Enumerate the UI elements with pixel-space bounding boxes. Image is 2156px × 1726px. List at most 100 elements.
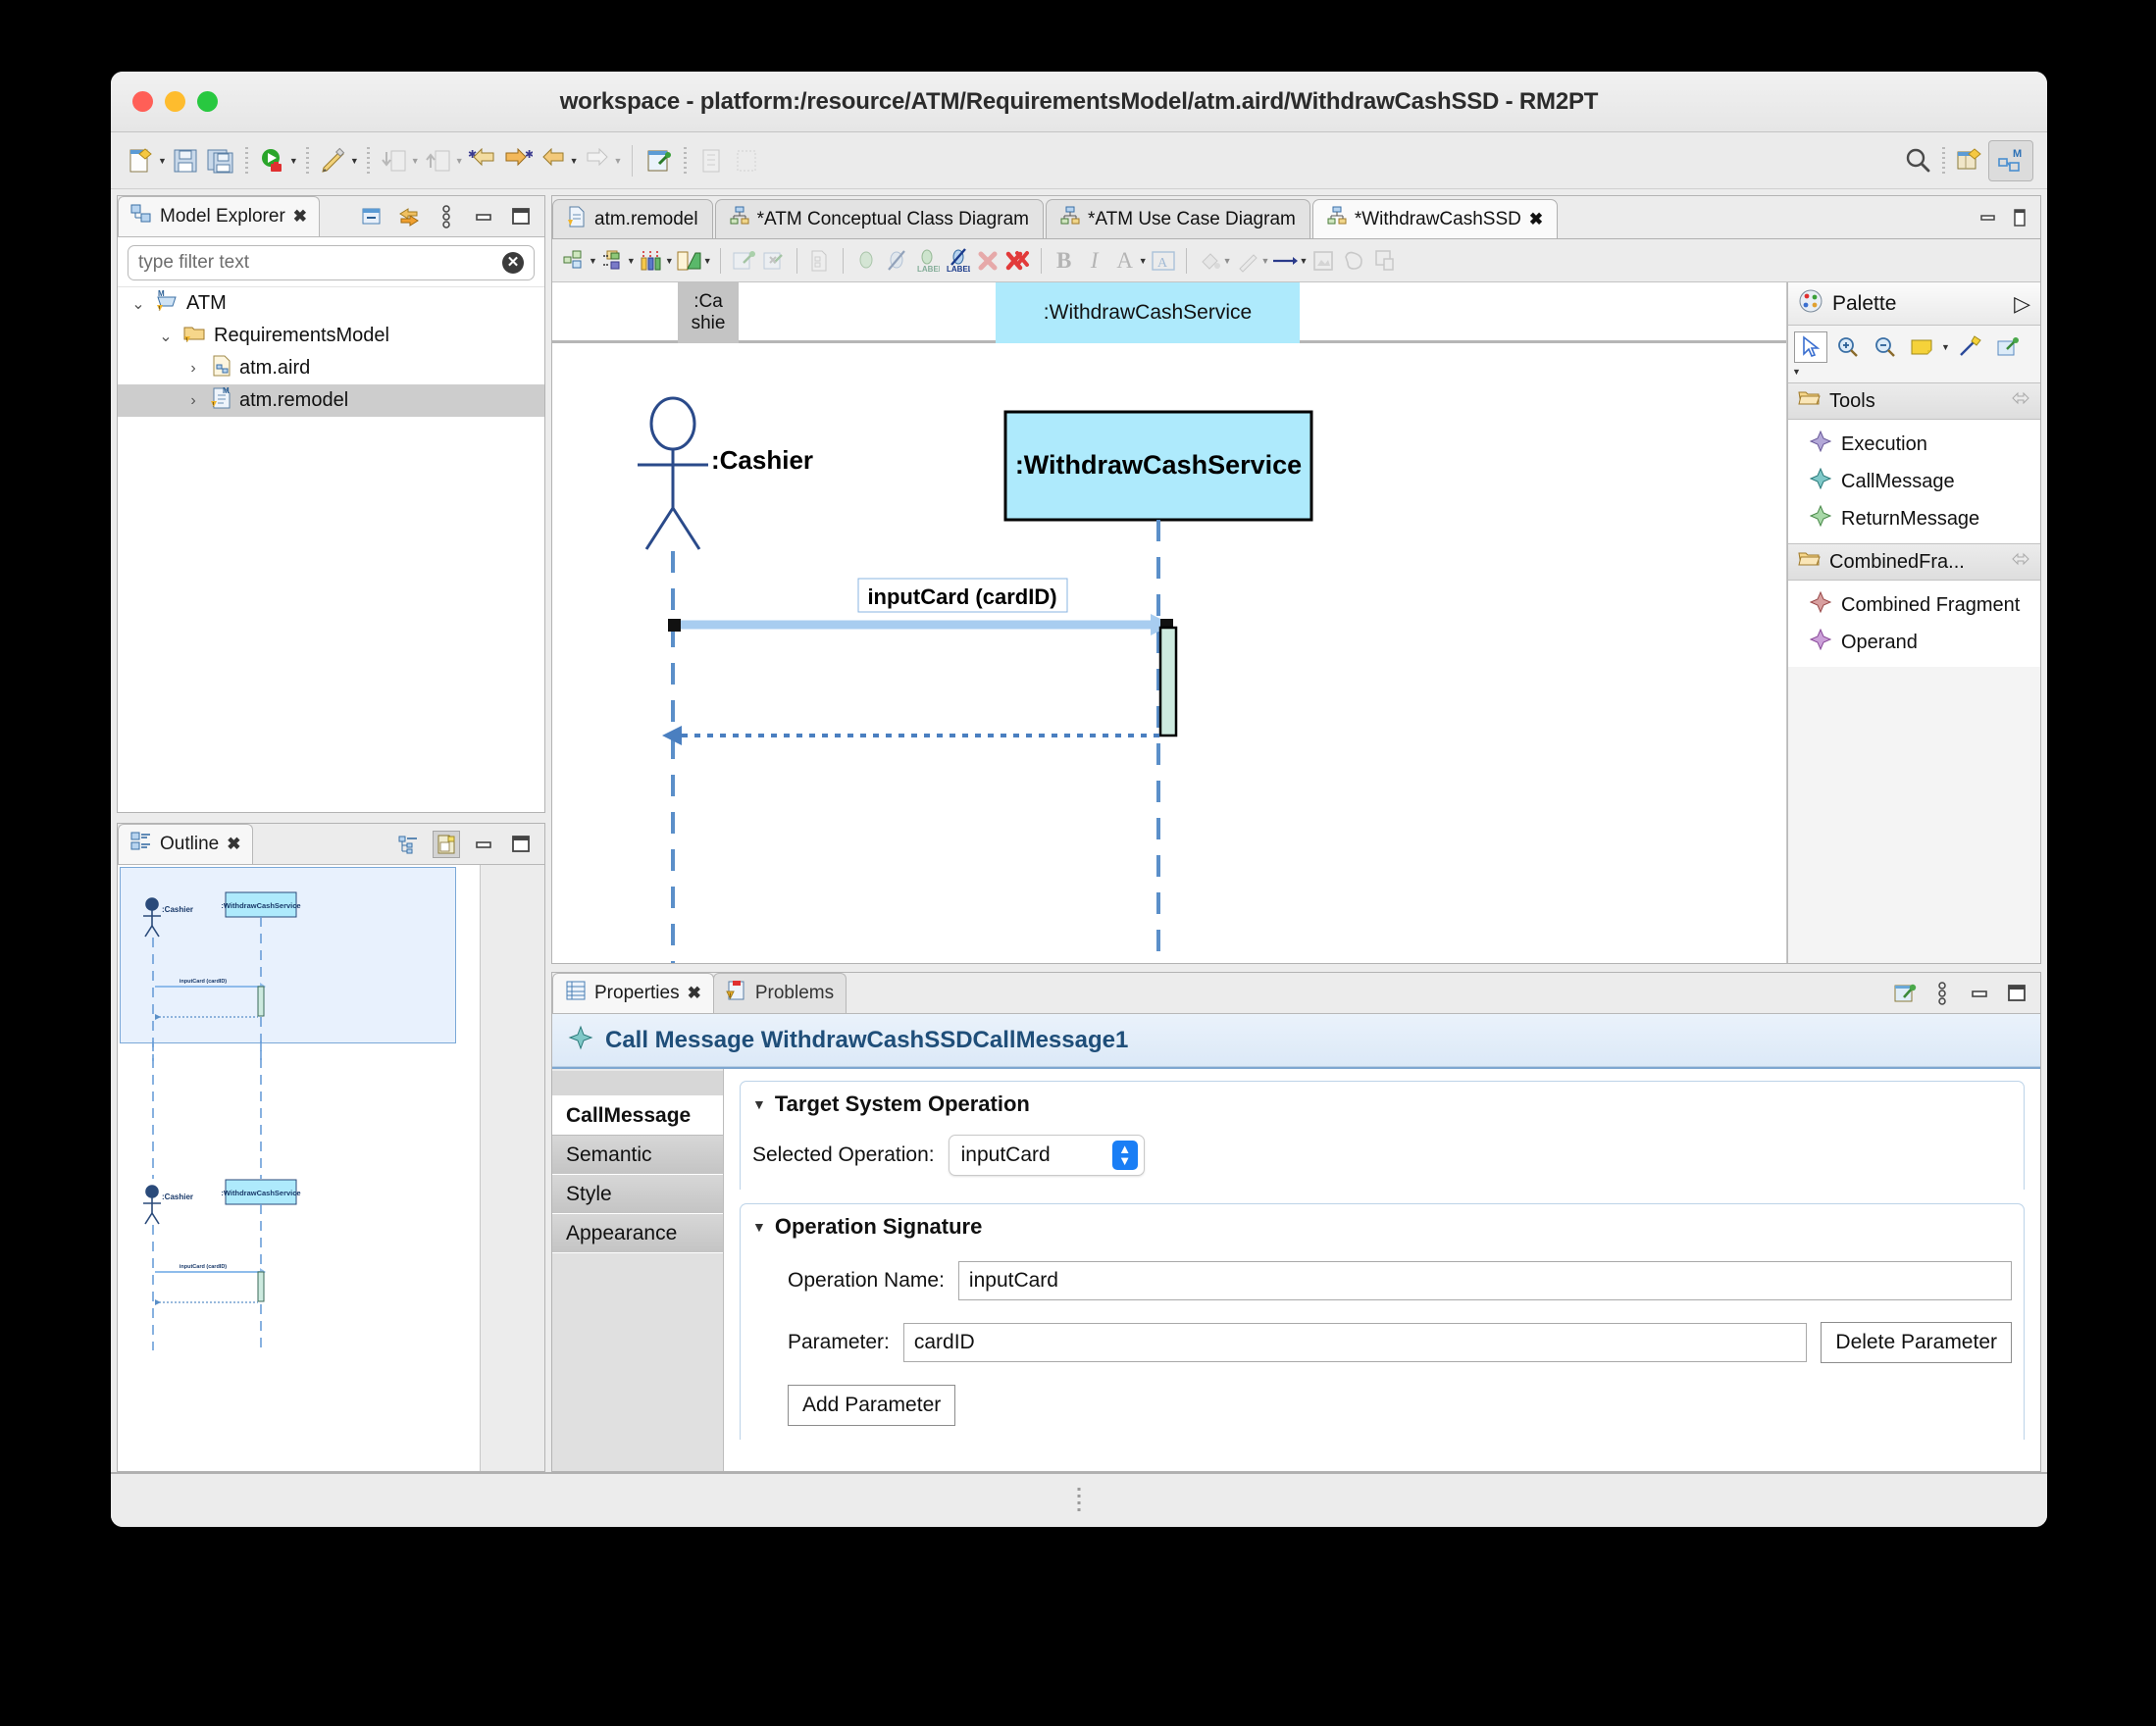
save-button[interactable] [169, 141, 202, 180]
selected-operation-dropdown[interactable]: inputCard ▲ ▼ [948, 1135, 1145, 1176]
link-with-editor-icon[interactable] [395, 203, 423, 230]
maximize-view-icon[interactable] [507, 831, 535, 858]
run-dropdown[interactable]: ▼ [289, 156, 298, 166]
font-dialog-icon[interactable]: A [1149, 244, 1178, 278]
delete-element-icon[interactable] [973, 244, 1002, 278]
font-color-dropdown[interactable]: ▼ [1139, 256, 1148, 266]
palette-item-callmessage[interactable]: CallMessage [1788, 463, 2040, 500]
pin-properties-icon[interactable] [1891, 980, 1919, 1007]
show-element-icon[interactable] [851, 244, 881, 278]
match-size-icon[interactable] [675, 244, 704, 278]
new-wizard-button[interactable] [125, 141, 158, 180]
align-icon[interactable] [598, 244, 628, 278]
maximize-editor-icon[interactable] [2011, 208, 2028, 232]
pin-element-icon[interactable] [729, 244, 758, 278]
tab-use-case-diagram[interactable]: *ATM Use Case Diagram [1045, 199, 1310, 238]
resize-grip[interactable] [1077, 1488, 1081, 1513]
side-tab-appearance[interactable]: Appearance [552, 1214, 723, 1253]
minimize-window-button[interactable] [165, 91, 185, 112]
arrange-dropdown[interactable]: ▼ [589, 256, 597, 266]
new-diagram-button[interactable] [642, 141, 676, 180]
operation-name-field[interactable]: inputCard [957, 1261, 2012, 1300]
tab-outline[interactable]: Outline ✖ [118, 824, 254, 864]
selection-handle-start[interactable] [668, 619, 681, 632]
collapse-triangle-icon[interactable]: ▼ [752, 1096, 766, 1112]
tree-row-atm[interactable]: ⌄ M ! ATM [118, 287, 544, 320]
fill-color-dropdown[interactable]: ▼ [1223, 256, 1232, 266]
line-style-dropdown[interactable]: ▼ [1299, 256, 1308, 266]
distribute-icon[interactable] [637, 244, 666, 278]
outline-thumbnail[interactable]: :Cashier :WithdrawCashService inputCard … [118, 865, 544, 1471]
refresh-icon[interactable] [1369, 244, 1399, 278]
side-tab-style[interactable]: Style [552, 1175, 723, 1214]
redo-all-button[interactable]: ✱ [501, 141, 535, 180]
tab-atm-remodel[interactable]: atm.remodel [552, 199, 713, 238]
shape-icon[interactable] [1339, 244, 1368, 278]
clear-filter-icon[interactable]: ✕ [502, 252, 524, 274]
tab-model-explorer[interactable]: Model Explorer ✖ [118, 196, 321, 236]
call-message-label[interactable]: inputCard (cardID) [867, 584, 1056, 609]
execution-occurrence[interactable] [1158, 626, 1178, 737]
arrange-icon[interactable] [560, 244, 590, 278]
undo-all-button[interactable]: ✱ [466, 141, 499, 180]
view-menu-icon[interactable] [433, 203, 460, 230]
match-size-dropdown[interactable]: ▼ [703, 256, 712, 266]
note-dropdown[interactable]: ▼ [1941, 342, 1950, 352]
tree-row-atm-remodel[interactable]: › M ! atm.remodel [118, 384, 544, 417]
show-label-icon[interactable]: LABEL [912, 244, 942, 278]
palette-group-tools[interactable]: Tools [1788, 382, 2040, 420]
minimize-view-icon[interactable] [470, 831, 497, 858]
side-tab-callmessage[interactable]: CallMessage [552, 1096, 723, 1136]
line-color-dropdown[interactable]: ▼ [1261, 256, 1270, 266]
italic-icon[interactable]: I [1080, 244, 1109, 278]
open-perspective-button[interactable] [1953, 141, 1986, 180]
maximize-view-icon[interactable] [507, 203, 535, 230]
select-tool-icon[interactable] [1794, 331, 1827, 363]
chevron-right-icon[interactable]: › [182, 392, 204, 410]
close-icon[interactable]: ✖ [293, 207, 307, 227]
minimize-editor-icon[interactable] [1977, 208, 1999, 232]
new-wizard-dropdown[interactable]: ▼ [158, 156, 167, 166]
chevron-down-icon[interactable]: ⌄ [128, 294, 149, 314]
palette-item-operand[interactable]: Operand [1788, 624, 2040, 661]
side-tab-semantic[interactable]: Semantic [552, 1136, 723, 1175]
delete-parameter-button[interactable]: Delete Parameter [1821, 1322, 2012, 1363]
text-tool-icon[interactable] [1991, 331, 2025, 363]
minimize-view-icon[interactable] [470, 203, 497, 230]
close-icon[interactable]: ✖ [227, 835, 240, 854]
note-attachment-icon[interactable] [1954, 331, 1987, 363]
layout-button[interactable] [730, 141, 763, 180]
save-all-button[interactable] [204, 141, 237, 180]
image-icon[interactable] [1309, 244, 1338, 278]
distribute-dropdown[interactable]: ▼ [665, 256, 674, 266]
view-button[interactable] [694, 141, 728, 180]
export-dropdown[interactable]: ▼ [455, 156, 464, 166]
search-input[interactable]: type filter text ✕ [128, 245, 535, 280]
hide-element-icon[interactable] [882, 244, 911, 278]
collapse-all-icon[interactable] [358, 203, 385, 230]
run-button[interactable] [256, 141, 289, 180]
minimize-view-icon[interactable] [1966, 980, 1993, 1007]
import-button[interactable] [378, 141, 411, 180]
maximize-window-button[interactable] [197, 91, 218, 112]
transform-pen-button[interactable] [317, 141, 350, 180]
pin-group-icon[interactable] [2011, 550, 2030, 574]
section-title-row[interactable]: ▼ Target System Operation [752, 1091, 2012, 1117]
outline-tree-view-icon[interactable] [395, 831, 423, 858]
tab-properties[interactable]: Properties ✖ [552, 973, 714, 1013]
palette-item-combined-fragment[interactable]: Combined Fragment [1788, 586, 2040, 624]
chevron-up-down-icon[interactable]: ▲ ▼ [1111, 1141, 1138, 1170]
add-parameter-button[interactable]: Add Parameter [788, 1385, 956, 1426]
model-tree[interactable]: ⌄ M ! ATM ⌄ ! RequirementsModel › atm.ai… [118, 286, 544, 812]
transform-dropdown[interactable]: ▼ [350, 156, 359, 166]
modeling-perspective-button[interactable]: M [1988, 139, 2033, 181]
note-icon[interactable] [1906, 331, 1939, 363]
palette-group-combinedfragment[interactable]: CombinedFra... [1788, 543, 2040, 581]
layers-icon[interactable] [805, 244, 835, 278]
align-dropdown[interactable]: ▼ [627, 256, 636, 266]
chevron-down-icon[interactable]: ⌄ [155, 327, 177, 346]
line-color-icon[interactable] [1233, 244, 1262, 278]
palette-collapse-icon[interactable]: ▷ [2014, 291, 2030, 317]
redo-dropdown[interactable]: ▼ [614, 156, 623, 166]
font-color-icon[interactable]: A [1110, 244, 1140, 278]
